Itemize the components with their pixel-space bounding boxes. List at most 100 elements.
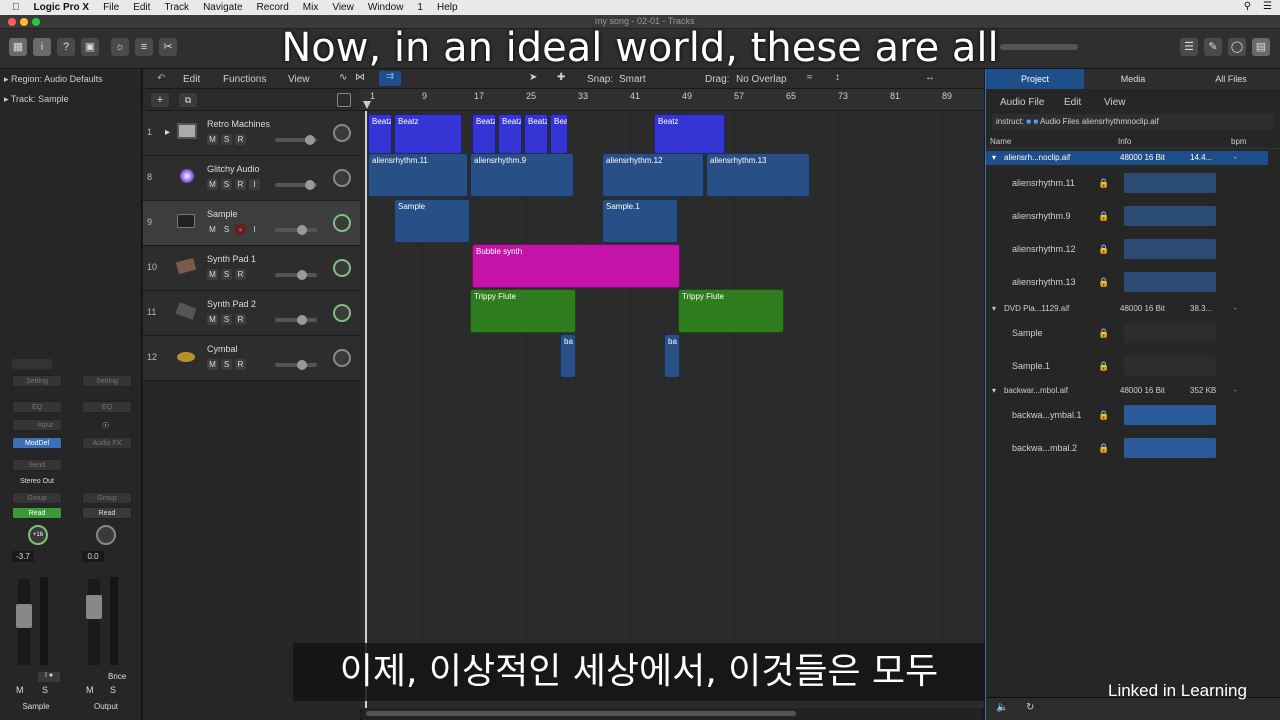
pan-knob[interactable] — [333, 304, 351, 322]
solo-button[interactable]: S — [221, 314, 232, 325]
global-tracks-icon[interactable] — [337, 93, 351, 107]
pan-knob[interactable] — [333, 259, 351, 277]
midi-region[interactable]: Bubble synth — [472, 244, 680, 288]
mixer-icon[interactable]: ≡ — [135, 38, 153, 56]
menu-window[interactable]: Window — [368, 2, 404, 13]
midi-region[interactable]: Beatz — [394, 114, 462, 154]
midi-region[interactable]: Bea — [550, 114, 568, 154]
toolbar-icon[interactable]: ▣ — [81, 38, 99, 56]
region-item[interactable]: aliensrhythm.13 🔒 — [986, 270, 1268, 303]
view-menu[interactable]: View — [288, 74, 310, 85]
quick-help-icon[interactable]: ? — [57, 38, 75, 56]
path-segment[interactable]: Audio Files — [1040, 117, 1080, 126]
group-slot[interactable]: Group — [12, 492, 62, 504]
tab-all-files[interactable]: All Files — [1182, 69, 1280, 89]
midi-region[interactable]: Trippy Flute — [678, 289, 784, 333]
menu-1[interactable]: 1 — [417, 2, 423, 13]
add-track-button[interactable]: + — [151, 93, 169, 107]
audio-region[interactable]: aliensrhythm.12 — [602, 153, 704, 197]
flex-icon[interactable]: ⋈ — [355, 72, 365, 83]
volume-value[interactable]: -3.7 — [12, 551, 34, 562]
track-name[interactable]: Retro Machines — [207, 119, 270, 129]
track-volume-slider[interactable] — [275, 315, 317, 325]
mute-button[interactable]: M — [16, 685, 24, 695]
minimize-window-icon[interactable] — [20, 18, 28, 26]
record-button[interactable]: R — [235, 269, 246, 280]
list-editors-icon[interactable]: ☰ — [1180, 38, 1198, 56]
input-monitor-button[interactable]: I — [249, 179, 260, 190]
catch-playhead-icon[interactable]: ⇉ — [379, 71, 401, 86]
automation-mode[interactable]: Read — [12, 507, 62, 519]
menu-file[interactable]: File — [103, 2, 119, 13]
volume-fader[interactable] — [16, 604, 32, 628]
disclosure-icon[interactable]: ▸ — [165, 127, 170, 138]
speaker-icon[interactable]: 🔈 — [996, 702, 1008, 713]
audio-region[interactable]: ba — [560, 334, 576, 378]
file-row[interactable]: ▾ DVD Pla...1129.aif 48000 16 Bit 38.3..… — [986, 302, 1268, 316]
region-item[interactable]: backwa...ymbal.1 🔒 — [986, 403, 1268, 436]
track-volume-slider[interactable] — [275, 360, 317, 370]
automation-mode[interactable]: Read — [82, 507, 132, 519]
track-row[interactable]: 10 Synth Pad 1 MSR — [143, 246, 360, 291]
file-row[interactable]: ▾ aliensrh...noclip.aif 48000 16 Bit 14.… — [986, 151, 1268, 165]
midi-region[interactable]: Beatz — [654, 114, 725, 154]
menu-mix[interactable]: Mix — [303, 2, 319, 13]
pan-knob[interactable] — [333, 214, 351, 232]
bounce-button[interactable]: Bnce — [108, 672, 126, 681]
loop-icon[interactable]: ↻ — [1026, 702, 1034, 713]
record-arm-button[interactable]: I ● — [38, 672, 60, 682]
audio-file-menu[interactable]: Audio File — [1000, 97, 1044, 108]
track-name[interactable]: Synth Pad 2 — [207, 299, 256, 309]
menu-app-name[interactable]: Logic Pro X — [34, 2, 90, 13]
drag-select[interactable]: No Overlap — [736, 74, 787, 85]
solo-button[interactable]: S — [221, 269, 232, 280]
track-volume-slider[interactable] — [275, 270, 317, 280]
edit-menu[interactable]: Edit — [183, 74, 200, 85]
automation-icon[interactable]: ∿ — [339, 72, 347, 83]
functions-menu[interactable]: Functions — [223, 74, 266, 85]
region-inspector-header[interactable]: ▸ Region: Audio Defaults — [4, 70, 140, 88]
audio-region[interactable]: Sample — [394, 199, 470, 243]
audio-region[interactable]: ba — [664, 334, 680, 378]
apple-icon[interactable]:  — [12, 2, 20, 13]
pointer-tool-icon[interactable]: ➤ — [529, 72, 537, 83]
pencil-tool-icon[interactable]: ✚ — [557, 72, 565, 83]
midi-region[interactable]: Beatz — [368, 114, 392, 154]
edit-menu[interactable]: Edit — [1064, 97, 1081, 108]
list-icon[interactable]: ☰ — [1263, 1, 1272, 12]
track-volume-slider[interactable] — [275, 135, 317, 145]
midi-region[interactable]: Beatz — [472, 114, 496, 154]
record-button[interactable]: R — [235, 359, 246, 370]
track-inspector-header[interactable]: ▸ Track: Sample — [4, 90, 140, 108]
midi-region[interactable]: Trippy Flute — [470, 289, 576, 333]
input-monitor-button[interactable]: I — [249, 224, 260, 235]
solo-button[interactable]: S — [221, 179, 232, 190]
inspector-icon[interactable]: i — [33, 38, 51, 56]
mute-button[interactable]: M — [207, 134, 218, 145]
vertical-zoom-icon[interactable]: ↕ — [835, 72, 840, 83]
audio-fx-slot[interactable]: Audio FX — [82, 437, 132, 449]
record-button[interactable]: R — [235, 314, 246, 325]
send-slot[interactable]: Send — [12, 459, 62, 471]
tab-media[interactable]: Media — [1084, 69, 1182, 89]
horizontal-zoom-icon[interactable]: ↔ — [925, 72, 935, 83]
notepad-icon[interactable]: ✎ — [1204, 38, 1222, 56]
volume-value[interactable]: 0.0 — [82, 551, 104, 562]
track-name[interactable]: Sample — [207, 209, 238, 219]
audio-region[interactable]: aliensrhythm.11 — [368, 153, 468, 197]
plugin-slot-moddel[interactable]: ModDel — [12, 437, 62, 449]
track-row-selected[interactable]: 9 Sample M S ● I — [143, 201, 360, 246]
mute-button[interactable]: M — [207, 179, 218, 190]
region-item[interactable]: Sample 🔒 — [986, 321, 1268, 354]
path-segment[interactable]: instruct: — [996, 117, 1024, 126]
mute-button[interactable]: M — [207, 359, 218, 370]
eq-button[interactable]: EQ — [82, 401, 132, 413]
menu-navigate[interactable]: Navigate — [203, 2, 242, 13]
solo-button[interactable]: S — [110, 685, 116, 695]
record-arm-button[interactable]: ● — [235, 224, 246, 235]
path-segment[interactable]: aliensrhythmnoclip.aif — [1082, 117, 1159, 126]
solo-button[interactable]: S — [42, 685, 48, 695]
menu-edit[interactable]: Edit — [133, 2, 150, 13]
mute-button[interactable]: M — [86, 685, 94, 695]
solo-button[interactable]: S — [221, 224, 232, 235]
